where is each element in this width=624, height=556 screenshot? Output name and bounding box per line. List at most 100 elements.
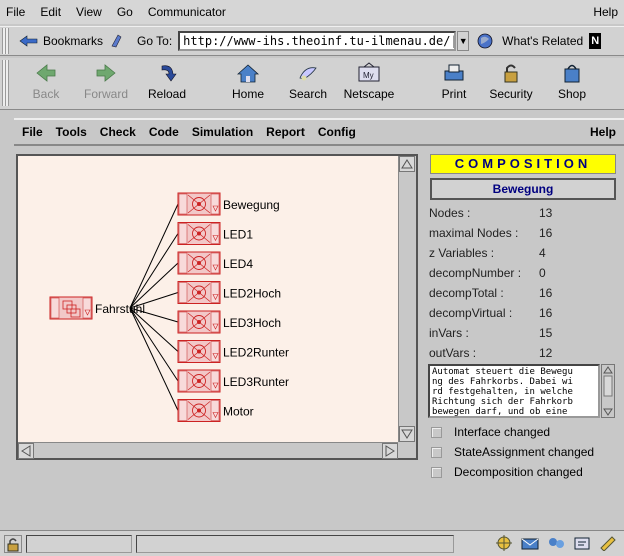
menu-go[interactable]: Go [117, 5, 133, 19]
decomposition-changed-checkbox[interactable]: Decomposition changed [429, 464, 624, 482]
search-icon [299, 67, 317, 81]
security-button[interactable]: Security [486, 62, 536, 101]
url-field[interactable]: http://www-ihs.theoinf.tu-ilmenau.de/| [178, 31, 457, 51]
scroll-left-icon[interactable] [18, 443, 34, 459]
composition-header: COMPOSITION [430, 154, 616, 174]
security-lock-icon [504, 64, 518, 83]
checkbox-box[interactable] [431, 427, 442, 438]
scroll-right-icon[interactable] [382, 443, 398, 459]
security-label: Security [489, 87, 533, 101]
component-bar [494, 535, 618, 553]
bookmark-page-icon [111, 34, 122, 48]
reload-icon [161, 65, 177, 82]
applet-menu-code[interactable]: Code [149, 125, 179, 139]
applet-menu-simulation[interactable]: Simulation [192, 125, 253, 139]
applet-menu-config[interactable]: Config [318, 125, 356, 139]
interface-changed-checkbox[interactable]: Interface changed [429, 424, 624, 442]
navigator-icon[interactable] [494, 535, 514, 551]
prop-label: inVars : [429, 326, 469, 340]
applet-menu-file[interactable]: File [22, 125, 43, 139]
description-scrollbar[interactable] [601, 364, 615, 418]
tree-edge [129, 307, 179, 411]
diagram-canvas[interactable]: Fahrstuhl Bewegung LED1 LED4 LED2Hoch LED3Hoc… [18, 156, 398, 442]
checkbox-label: Interface changed [454, 425, 551, 439]
stateassignment-changed-checkbox[interactable]: StateAssignment changed [429, 444, 624, 462]
bookmarks-icon [19, 35, 38, 47]
shop-button[interactable]: Shop [552, 62, 592, 101]
status-security-icon[interactable] [4, 535, 22, 553]
reload-button[interactable]: Reload [144, 62, 190, 101]
checkbox-label: StateAssignment changed [454, 445, 595, 459]
edit-pen-icon[interactable] [598, 535, 618, 551]
diagram-horizontal-scrollbar[interactable] [18, 442, 398, 459]
navbar-grip[interactable] [2, 60, 9, 106]
checkbox-label: Decomposition changed [454, 465, 583, 479]
print-icon [444, 64, 464, 81]
child-node-label: LED2Hoch [223, 287, 281, 301]
checkbox-box[interactable] [431, 467, 442, 478]
mail-icon[interactable] [520, 535, 540, 551]
reload-label: Reload [147, 87, 187, 101]
applet-menu-report[interactable]: Report [266, 125, 305, 139]
prop-z-variables: z Variables : 4 [429, 246, 619, 264]
child-node-icon[interactable] [177, 369, 221, 393]
scroll-down-icon[interactable] [399, 426, 415, 442]
prop-value: 13 [539, 206, 553, 220]
menu-edit[interactable]: Edit [40, 5, 61, 19]
forward-arrow-icon [96, 64, 116, 82]
child-node-icon[interactable] [177, 310, 221, 334]
applet-menu-tools[interactable]: Tools [56, 125, 87, 139]
netscape-icon: My [358, 62, 380, 82]
url-dropdown-arrow-icon[interactable]: ▼ [457, 31, 470, 51]
netscape-button[interactable]: My Netscape [338, 62, 400, 101]
diagram-view: Fahrstuhl Bewegung LED1 LED4 LED2Hoch LED3Hoc… [16, 154, 418, 460]
child-node-icon[interactable] [177, 399, 221, 422]
prop-value: 16 [539, 306, 553, 320]
whats-related-icon [477, 33, 493, 49]
child-node-icon[interactable] [177, 251, 221, 275]
prop-value: 12 [539, 346, 553, 360]
applet-panel: File Tools Check Code Simulation Report … [14, 118, 624, 479]
applet-menu-help[interactable]: Help [590, 125, 616, 139]
menu-communicator[interactable]: Communicator [148, 5, 226, 19]
print-label: Print [441, 87, 467, 101]
menu-help[interactable]: Help [593, 5, 618, 19]
search-button[interactable]: Search [284, 62, 332, 101]
print-button[interactable]: Print [434, 62, 474, 101]
child-node-icon[interactable] [177, 192, 221, 216]
bookmarks-button[interactable]: Bookmarks [43, 34, 103, 48]
whats-related-button[interactable]: What's Related [502, 34, 583, 48]
composition-panel: COMPOSITION Bewegung Nodes : 13 maximal … [426, 154, 624, 479]
browser-menubar: File Edit View Go Communicator Help [0, 0, 624, 24]
status-text [26, 535, 132, 553]
composer-icon[interactable] [572, 535, 592, 551]
child-node-icon[interactable] [177, 340, 221, 363]
child-node-icon[interactable] [177, 222, 221, 245]
back-label: Back [32, 87, 60, 101]
root-node-icon[interactable] [49, 296, 93, 320]
child-node-label: LED3Runter [223, 375, 289, 389]
newsgroups-icon[interactable] [546, 535, 566, 551]
home-label: Home [231, 87, 264, 101]
description-textarea[interactable]: Automat steuert die Bewegu ng des Fahrko… [428, 364, 600, 418]
back-button[interactable]: Back [22, 62, 70, 101]
forward-label: Forward [83, 87, 128, 101]
prop-value: 16 [539, 226, 553, 240]
status-progress [136, 535, 454, 553]
prop-label: maximal Nodes : [429, 226, 519, 240]
applet-menu-check[interactable]: Check [100, 125, 136, 139]
checkbox-box[interactable] [431, 447, 442, 458]
child-node-icon[interactable] [177, 281, 221, 304]
child-node-label: Bewegung [223, 198, 280, 212]
toolbar-grip[interactable] [2, 28, 9, 54]
prop-label: outVars : [429, 346, 477, 360]
prop-label: decompNumber : [429, 266, 522, 280]
forward-button[interactable]: Forward [78, 62, 134, 101]
home-button[interactable]: Home [228, 62, 268, 101]
shop-icon [564, 64, 580, 83]
selected-node-name: Bewegung [430, 178, 616, 200]
menu-file[interactable]: File [6, 5, 25, 19]
scroll-up-icon[interactable] [399, 156, 415, 172]
menu-view[interactable]: View [76, 5, 102, 19]
diagram-vertical-scrollbar[interactable] [398, 156, 416, 442]
